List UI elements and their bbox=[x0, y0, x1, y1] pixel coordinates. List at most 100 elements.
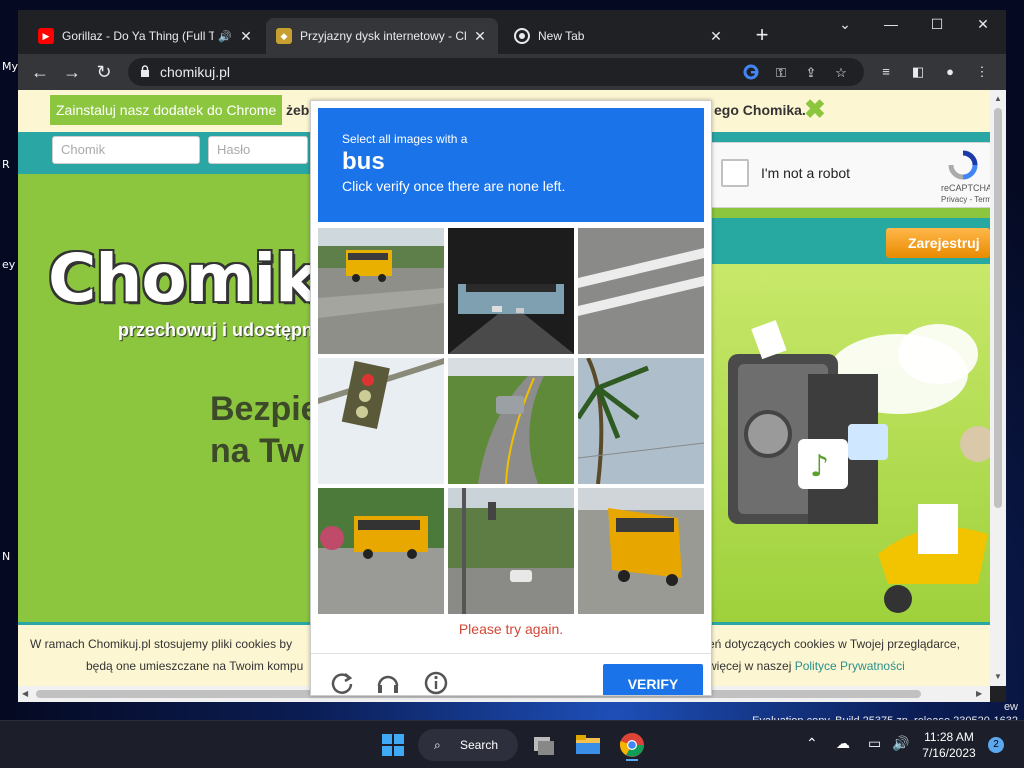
tab-search-icon[interactable]: ⌄ bbox=[822, 16, 868, 33]
search-icon: ⌕ bbox=[434, 738, 441, 752]
bookmark-star-icon[interactable]: ☆ bbox=[832, 64, 850, 82]
cookie-text: więcej w naszej Polityce Prywatności bbox=[708, 659, 905, 673]
profile-icon[interactable]: ● bbox=[940, 62, 960, 82]
password-input[interactable]: Hasło bbox=[208, 136, 308, 164]
site-tagline: przechowuj i udostępni bbox=[118, 320, 319, 340]
info-icon[interactable] bbox=[423, 670, 449, 696]
search-label: Search bbox=[460, 738, 499, 752]
reload-challenge-icon[interactable] bbox=[329, 670, 355, 696]
lock-icon[interactable] bbox=[140, 65, 150, 77]
challenge-tile[interactable] bbox=[318, 488, 444, 614]
challenge-tile[interactable] bbox=[578, 488, 704, 614]
start-button-icon[interactable] bbox=[377, 729, 409, 761]
tile-image bbox=[578, 358, 704, 484]
headline-line: na Tw bbox=[210, 432, 304, 470]
side-panel-icon[interactable]: ◧ bbox=[908, 62, 928, 82]
cookie-text: więcej w naszej bbox=[708, 659, 795, 673]
tile-image bbox=[318, 488, 444, 614]
recaptcha-terms-link[interactable]: Privacy - Terms bbox=[941, 195, 990, 204]
close-icon[interactable]: ✕ bbox=[472, 28, 488, 45]
network-icon[interactable]: ▭ bbox=[868, 735, 881, 752]
file-explorer-icon[interactable] bbox=[572, 729, 604, 761]
chomikuj-icon: ◆ bbox=[276, 28, 292, 44]
challenge-tile[interactable] bbox=[578, 358, 704, 484]
headline-line: Bezpie bbox=[210, 390, 320, 428]
notification-badge[interactable]: 2 bbox=[988, 737, 1004, 753]
tab-chomikuj[interactable]: ◆ Przyjazny dysk internetowy - Cho ✕ bbox=[266, 18, 498, 54]
desktop-icon-label[interactable]: ey bbox=[2, 258, 15, 271]
back-button[interactable]: ← bbox=[28, 60, 52, 84]
install-extension-button[interactable]: Zainstaluj nasz dodatek do Chrome bbox=[50, 95, 283, 125]
promo-text: ego Chomika. bbox=[714, 102, 806, 118]
challenge-tile[interactable] bbox=[448, 488, 574, 614]
recaptcha-label[interactable]: I'm not a robot bbox=[761, 165, 850, 181]
challenge-tile[interactable] bbox=[578, 228, 704, 354]
url-text[interactable]: chomikuj.pl bbox=[160, 64, 230, 80]
clock-date: 7/16/2023 bbox=[922, 746, 976, 760]
reload-button[interactable]: ↻ bbox=[92, 60, 116, 84]
promo-text: żeb bbox=[286, 102, 310, 118]
challenge-instruction: Select all images with a bbox=[342, 132, 468, 146]
key-icon[interactable]: ⚿ bbox=[772, 64, 790, 82]
menu-icon[interactable]: ⋮ bbox=[972, 62, 992, 82]
challenge-tile[interactable] bbox=[318, 358, 444, 484]
challenge-tile[interactable] bbox=[448, 228, 574, 354]
maximize-button[interactable]: ☐ bbox=[914, 16, 960, 33]
cookie-text: eń dotyczących cookies w Twojej przegląd… bbox=[708, 637, 960, 651]
privacy-policy-link[interactable]: Polityce Prywatności bbox=[795, 659, 905, 673]
verify-button[interactable]: VERIFY bbox=[603, 664, 703, 695]
tile-image bbox=[578, 228, 704, 354]
captcha-challenge-dialog: Select all images with a bus Click verif… bbox=[310, 100, 712, 696]
forward-button[interactable]: → bbox=[60, 60, 84, 84]
taskbar-search-button[interactable]: ⌕ Search bbox=[418, 729, 518, 761]
new-tab-button[interactable]: + bbox=[750, 24, 774, 48]
scroll-left-icon[interactable]: ◀ bbox=[22, 689, 28, 698]
youtube-icon: ▶ bbox=[38, 28, 54, 44]
volume-icon[interactable]: 🔊 bbox=[892, 735, 909, 752]
close-window-button[interactable]: ✕ bbox=[960, 16, 1006, 33]
challenge-target: bus bbox=[342, 148, 385, 175]
show-hidden-icons-icon[interactable]: ⌃ bbox=[806, 735, 818, 752]
vertical-scrollbar[interactable]: ▲ ▼ bbox=[990, 90, 1006, 686]
tab-strip: ▶ Gorillaz - Do Ya Thing (Full T 🔊 ✕ ◆ P… bbox=[18, 10, 1006, 54]
audio-challenge-icon[interactable] bbox=[375, 670, 401, 696]
onedrive-icon[interactable]: ☁ bbox=[836, 735, 850, 752]
challenge-header: Select all images with a bus Click verif… bbox=[318, 108, 704, 222]
login-input[interactable]: Chomik bbox=[52, 136, 200, 164]
google-icon[interactable] bbox=[742, 64, 760, 82]
challenge-sub-instruction: Click verify once there are none left. bbox=[342, 178, 566, 194]
scroll-up-icon[interactable]: ▲ bbox=[994, 94, 1002, 103]
taskbar-clock[interactable]: 11:28 AM 7/16/2023 bbox=[914, 729, 984, 761]
chrome-window: ▶ Gorillaz - Do Ya Thing (Full T 🔊 ✕ ◆ P… bbox=[18, 10, 1006, 702]
minimize-button[interactable]: — bbox=[868, 16, 914, 32]
address-bar[interactable]: chomikuj.pl ⚿ ⇪ ☆ bbox=[128, 58, 864, 86]
close-promo-icon[interactable]: ✖ bbox=[804, 95, 826, 123]
close-icon[interactable]: ✕ bbox=[708, 28, 724, 45]
recaptcha-checkbox[interactable] bbox=[721, 159, 749, 187]
share-icon[interactable]: ⇪ bbox=[802, 64, 820, 82]
svg-text:♪: ♪ bbox=[810, 449, 829, 484]
scroll-down-icon[interactable]: ▼ bbox=[994, 672, 1002, 681]
close-icon[interactable]: ✕ bbox=[238, 28, 254, 45]
scroll-right-icon[interactable]: ▶ bbox=[976, 689, 982, 698]
watermark-line: ew bbox=[1003, 701, 1018, 713]
cookie-text: W ramach Chomikuj.pl stosujemy pliki coo… bbox=[30, 637, 293, 651]
desktop-icon-label[interactable]: My bbox=[2, 60, 18, 73]
task-view-icon[interactable] bbox=[528, 729, 560, 761]
chrome-icon bbox=[514, 28, 530, 44]
media-controls-icon[interactable]: ≡ bbox=[876, 62, 896, 82]
speaker-icon[interactable]: 🔊 bbox=[218, 30, 232, 43]
tab-new-tab[interactable]: New Tab ✕ bbox=[504, 18, 734, 54]
taskbar: ⌕ Search ⌃ ☁ ▭ 🔊 11:28 AM 7/16/2023 2 bbox=[0, 720, 1024, 768]
challenge-tile[interactable] bbox=[318, 228, 444, 354]
challenge-image-grid bbox=[318, 228, 706, 616]
desktop-icon-label[interactable]: N bbox=[2, 550, 10, 563]
desktop-icon-label[interactable]: R bbox=[2, 158, 10, 171]
scrollbar-thumb[interactable] bbox=[994, 108, 1002, 508]
tile-image bbox=[448, 488, 574, 614]
chrome-taskbar-icon[interactable] bbox=[616, 729, 648, 761]
tab-youtube[interactable]: ▶ Gorillaz - Do Ya Thing (Full T 🔊 ✕ bbox=[28, 18, 264, 54]
challenge-tile[interactable] bbox=[448, 358, 574, 484]
register-button[interactable]: Zarejestruj bbox=[886, 228, 990, 258]
tile-image bbox=[318, 228, 444, 354]
